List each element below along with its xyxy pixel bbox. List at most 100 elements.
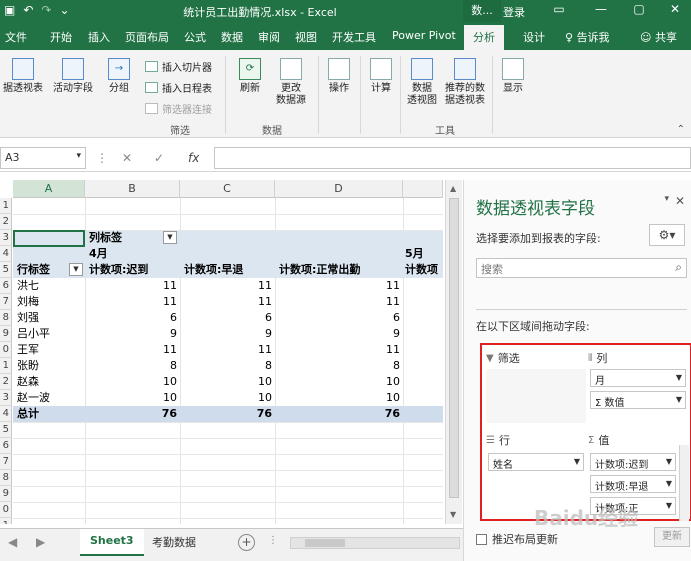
tell-me[interactable]: ♀ 告诉我 <box>565 29 610 45</box>
row-header[interactable]: 0 <box>0 342 12 358</box>
row-header[interactable]: 2 <box>0 374 12 390</box>
tab-analyze[interactable]: 分析 <box>464 25 504 50</box>
row-header[interactable]: 8 <box>0 310 12 326</box>
insert-timeline-button[interactable]: 插入日程表 <box>145 80 212 95</box>
column-header-c[interactable]: C <box>180 180 275 198</box>
row-header[interactable]: 5 <box>0 422 12 438</box>
recommended-pivot-button[interactable]: 推荐的数 据透视表 <box>442 58 488 107</box>
calculations-button[interactable]: 计算 <box>364 58 398 95</box>
row-header[interactable]: 3 <box>0 390 12 406</box>
row-header[interactable]: 2 <box>0 214 12 230</box>
field-list[interactable] <box>476 288 687 310</box>
row-header[interactable]: 5 <box>0 262 12 278</box>
row-header[interactable]: 6 <box>0 278 12 294</box>
tab-formulas[interactable]: 公式 <box>184 29 206 45</box>
column-header-e[interactable] <box>403 180 443 198</box>
row-header[interactable]: 9 <box>0 326 12 342</box>
horizontal-scrollbar[interactable] <box>290 537 460 549</box>
vertical-scrollbar[interactable]: ▲ ▼ <box>445 180 462 524</box>
values-area[interactable]: Σ值 计数项:迟到 ▼ 计数项:早退 ▼ 计数项:正 ▼ <box>588 431 688 515</box>
pivot-chart-button[interactable]: 数据 透视图 <box>403 58 441 107</box>
tab-developer[interactable]: 开发工具 <box>332 29 376 45</box>
close-icon[interactable]: ✕ <box>675 194 685 208</box>
tab-power-pivot[interactable]: Power Pivot <box>392 29 456 42</box>
column-filter-button[interactable]: ▼ <box>163 231 177 244</box>
row-header[interactable]: 6 <box>0 438 12 454</box>
tab-review[interactable]: 审阅 <box>258 29 280 45</box>
tab-file[interactable]: 文件 <box>5 29 27 45</box>
scroll-up-icon[interactable]: ▲ <box>450 184 456 193</box>
next-sheet-icon[interactable]: ▶ <box>36 535 45 549</box>
ribbon-display-icon[interactable]: ▭ <box>548 2 570 16</box>
pane-options-icon[interactable]: ▾ <box>664 194 669 204</box>
show-button[interactable]: 显示 <box>496 58 530 95</box>
share-button[interactable]: ☺ 共享 <box>640 29 677 45</box>
tab-data[interactable]: 数据 <box>221 29 243 45</box>
update-button[interactable]: 更新 <box>654 527 690 547</box>
name-box[interactable]: A3 ▾ <box>0 147 86 169</box>
tab-home[interactable]: 开始 <box>50 29 72 45</box>
row-field-chip[interactable]: 姓名 ▼ <box>488 453 584 471</box>
column-labels-header: 列标签 <box>89 231 122 244</box>
gear-icon[interactable]: ⚙▾ <box>649 224 685 246</box>
checkbox[interactable] <box>476 533 487 545</box>
filter-connections-button[interactable]: 筛选器连接 <box>145 101 212 116</box>
row-header[interactable]: 0 <box>0 502 12 518</box>
tab-design[interactable]: 设计 <box>523 29 545 45</box>
row-header[interactable]: 1 <box>0 518 12 524</box>
tab-view[interactable]: 视图 <box>295 29 317 45</box>
row-header[interactable]: 4 <box>0 406 12 422</box>
change-source-button[interactable]: 更改 数据源 <box>270 58 312 107</box>
pivot-options-button[interactable]: 据透视表 <box>0 58 46 95</box>
confirm-icon[interactable]: ✓ <box>154 151 164 165</box>
tab-page-layout[interactable]: 页面布局 <box>125 29 169 45</box>
defer-update-checkbox[interactable]: 推迟布局更新 <box>476 531 558 547</box>
group-button[interactable]: → 分组 <box>102 58 136 95</box>
column-header-b[interactable]: B <box>85 180 180 198</box>
selected-cell[interactable] <box>13 230 85 247</box>
row-header[interactable]: 1 <box>0 198 12 214</box>
columns-area[interactable]: ⦀ 列 月 ▼ Σ 数值 ▼ <box>588 349 688 409</box>
row-header[interactable]: 8 <box>0 470 12 486</box>
cancel-icon[interactable]: ✕ <box>122 151 132 165</box>
function-icon[interactable]: fx <box>188 151 199 165</box>
close-icon[interactable]: ✕ <box>664 2 686 16</box>
minimize-icon[interactable]: — <box>590 2 612 16</box>
row-header[interactable]: 9 <box>0 486 12 502</box>
show-label: 显示 <box>503 83 523 94</box>
scroll-down-icon[interactable]: ▼ <box>450 510 456 519</box>
values-scrollbar[interactable] <box>679 445 689 521</box>
login-link[interactable]: 登录 <box>503 4 525 20</box>
actions-button[interactable]: 操作 <box>322 58 356 95</box>
chip-label: 姓名 <box>493 460 513 471</box>
prev-sheet-icon[interactable]: ◀ <box>8 535 17 549</box>
value-field-chip[interactable]: 计数项:迟到 ▼ <box>590 453 676 471</box>
filters-drop-zone[interactable] <box>486 369 586 423</box>
row-header[interactable]: 7 <box>0 454 12 470</box>
sheet-tab-attendance[interactable]: 考勤数据 <box>142 529 206 556</box>
row-header[interactable]: 7 <box>0 294 12 310</box>
column-field-chip[interactable]: Σ 数值 ▼ <box>590 391 686 409</box>
rows-area[interactable]: ☰ 行 姓名 ▼ <box>486 431 586 471</box>
maximize-icon[interactable]: ▢ <box>628 2 650 16</box>
value-field-chip[interactable]: 计数项:早退 ▼ <box>590 475 676 493</box>
search-input[interactable]: 搜索 ⌕ <box>476 258 687 278</box>
column-header-d[interactable]: D <box>275 180 403 198</box>
add-sheet-button[interactable]: + <box>238 534 255 551</box>
sheet-tab-sheet3[interactable]: Sheet3 <box>80 529 144 556</box>
row-header[interactable]: 1 <box>0 358 12 374</box>
scrollbar-thumb[interactable] <box>449 198 459 498</box>
row-filter-button[interactable]: ▼ <box>69 263 83 276</box>
collapse-ribbon-icon[interactable]: ⌃ <box>677 124 685 135</box>
tab-insert[interactable]: 插入 <box>88 29 110 45</box>
formula-input[interactable] <box>214 147 691 169</box>
scrollbar-thumb[interactable] <box>305 539 345 547</box>
refresh-button[interactable]: ⟳ 刷新 <box>232 58 268 95</box>
row-header[interactable]: 4 <box>0 246 12 262</box>
filters-area[interactable]: ▼ 筛选 <box>486 349 586 423</box>
insert-slicer-button[interactable]: 插入切片器 <box>145 59 212 74</box>
column-field-chip[interactable]: 月 ▼ <box>590 369 686 387</box>
column-header-a[interactable]: A <box>13 180 85 198</box>
row-header[interactable]: 3 <box>0 230 12 246</box>
active-field-button[interactable]: 活动字段 <box>50 58 96 95</box>
